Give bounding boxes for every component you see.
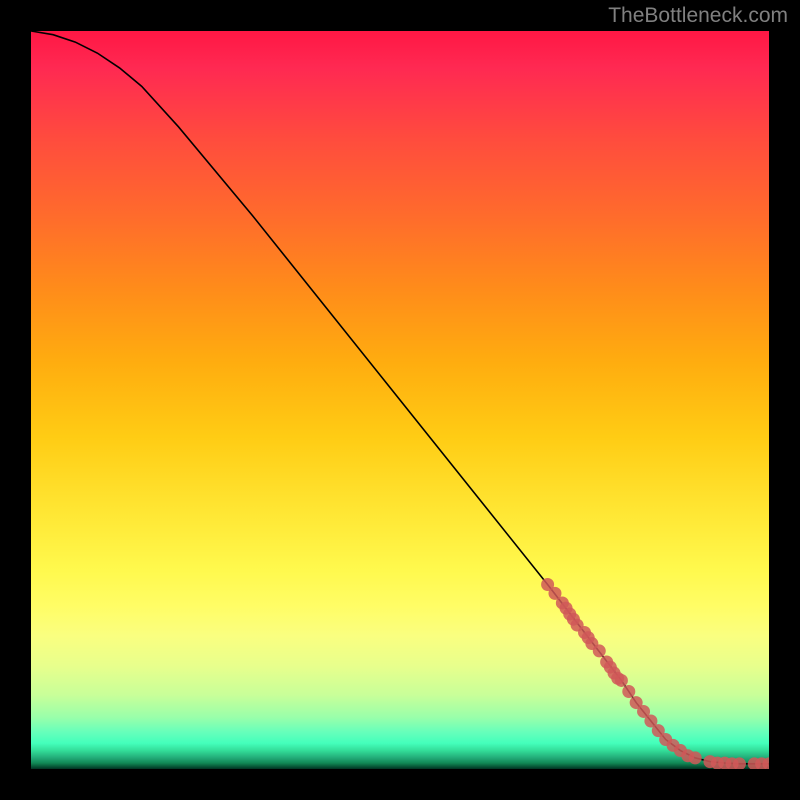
- chart-plot-area: [31, 31, 769, 769]
- curve-line: [31, 31, 769, 764]
- scatter-point: [615, 674, 628, 687]
- scatter-point: [622, 685, 635, 698]
- chart-svg: [31, 31, 769, 769]
- scatter-point: [689, 751, 702, 764]
- scatter-point: [593, 644, 606, 657]
- curve-path: [31, 31, 769, 764]
- scatter-points: [541, 578, 769, 769]
- watermark-text: TheBottleneck.com: [608, 4, 788, 28]
